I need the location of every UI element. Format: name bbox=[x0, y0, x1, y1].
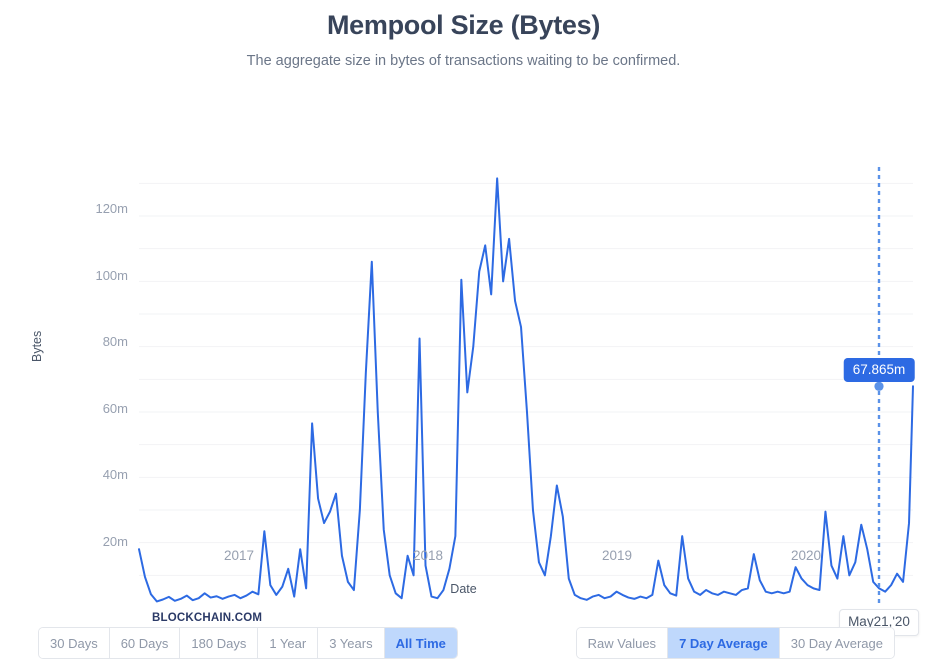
range-button-all-time[interactable]: All Time bbox=[385, 628, 457, 658]
average-button-7-day-average[interactable]: 7 Day Average bbox=[668, 628, 780, 658]
y-axis-ticks: 120m100m80m60m40m20m bbox=[0, 70, 128, 525]
crosshair-point bbox=[874, 382, 883, 391]
range-button-30-days[interactable]: 30 Days bbox=[39, 628, 110, 658]
value-tooltip: 67.865m bbox=[844, 358, 915, 382]
chart-area[interactable]: 120m 100m 80m 60m 40m 20m Bytes 2017 2018 2019 2… bbox=[0, 70, 927, 605]
range-button-3-years[interactable]: 3 Years bbox=[318, 628, 384, 658]
x-axis-tick-label: 2017 bbox=[224, 548, 254, 563]
average-button-raw-values[interactable]: Raw Values bbox=[577, 628, 668, 658]
averaging-button-group[interactable]: Raw Values7 Day Average30 Day Average bbox=[576, 627, 895, 659]
chart-subtitle: The aggregate size in bytes of transacti… bbox=[0, 52, 927, 70]
x-axis-tick-label: 2018 bbox=[413, 548, 443, 563]
y-axis-tick-label: 40m bbox=[58, 467, 128, 482]
x-axis-tick-label: 2020 bbox=[791, 548, 821, 563]
time-range-button-group[interactable]: 30 Days60 Days180 Days1 Year3 YearsAll T… bbox=[38, 627, 458, 659]
y-axis-tick-label: 80m bbox=[58, 334, 128, 349]
chart-header: Mempool Size (Bytes) The aggregate size … bbox=[0, 0, 927, 70]
y-axis-tick-label: 120m bbox=[58, 201, 128, 216]
y-axis-label: Bytes bbox=[30, 331, 44, 362]
y-axis-tick-label: 60m bbox=[58, 401, 128, 416]
chart-plot bbox=[0, 70, 927, 605]
average-button-30-day-average[interactable]: 30 Day Average bbox=[780, 628, 894, 658]
data-line-mempool-size bbox=[139, 178, 913, 601]
page-title: Mempool Size (Bytes) bbox=[0, 8, 927, 42]
y-axis-tick-label: 20m bbox=[58, 534, 128, 549]
x-axis-label: Date bbox=[0, 582, 927, 596]
chart-controls: 30 Days60 Days180 Days1 Year3 YearsAll T… bbox=[0, 627, 927, 665]
x-axis-tick-label: 2019 bbox=[602, 548, 632, 563]
range-button-1-year[interactable]: 1 Year bbox=[258, 628, 318, 658]
range-button-60-days[interactable]: 60 Days bbox=[110, 628, 181, 658]
blockchain-watermark: BLOCKCHAIN.COM bbox=[152, 612, 262, 624]
range-button-180-days[interactable]: 180 Days bbox=[180, 628, 258, 658]
y-axis-tick-label: 100m bbox=[58, 268, 128, 283]
